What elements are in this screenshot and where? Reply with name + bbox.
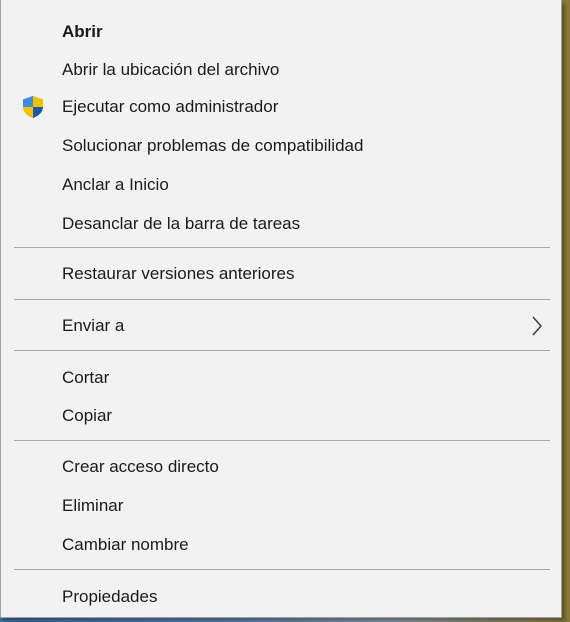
menu-item-label: Desanclar de la barra de tareas (62, 214, 301, 233)
menu-separator (14, 299, 550, 300)
menu-item-label: Cambiar nombre (62, 535, 189, 554)
menu-item-label: Abrir (62, 22, 103, 41)
menu-item-label: Restaurar versiones anteriores (62, 264, 295, 283)
uac-shield-icon (23, 96, 43, 118)
menu-item-label: Abrir la ubicación del archivo (62, 60, 280, 79)
menu-item-copiar[interactable]: Copiar (1, 398, 561, 434)
context-menu: Abrir Abrir la ubicación del archivo Eje… (0, 0, 562, 618)
menu-separator (14, 569, 550, 570)
menu-separator (14, 247, 550, 248)
menu-item-cambiar-nombre[interactable]: Cambiar nombre (1, 527, 561, 563)
menu-item-enviar-a[interactable]: Enviar a (1, 308, 561, 344)
menu-item-abrir[interactable]: Abrir (1, 14, 561, 50)
menu-item-eliminar[interactable]: Eliminar (1, 488, 561, 524)
menu-item-ejecutar-como-administrador[interactable]: Ejecutar como administrador (1, 89, 561, 125)
menu-item-label: Enviar a (62, 316, 125, 335)
menu-item-anclar-inicio[interactable]: Anclar a Inicio (1, 167, 561, 203)
menu-item-label: Propiedades (62, 587, 158, 606)
chevron-right-icon (532, 316, 542, 336)
menu-item-abrir-ubicacion[interactable]: Abrir la ubicación del archivo (1, 52, 561, 88)
menu-item-solucionar-compatibilidad[interactable]: Solucionar problemas de compatibilidad (1, 128, 561, 164)
menu-separator (14, 350, 550, 351)
menu-item-propiedades[interactable]: Propiedades (1, 579, 561, 615)
menu-item-label: Solucionar problemas de compatibilidad (62, 136, 364, 155)
menu-item-label: Anclar a Inicio (62, 175, 169, 194)
menu-separator (14, 440, 550, 441)
menu-item-desanclar-barra-tareas[interactable]: Desanclar de la barra de tareas (1, 206, 561, 242)
menu-item-crear-acceso-directo[interactable]: Crear acceso directo (1, 449, 561, 485)
menu-item-label: Cortar (62, 368, 110, 387)
menu-item-restaurar-versiones[interactable]: Restaurar versiones anteriores (1, 256, 561, 292)
menu-item-label: Crear acceso directo (62, 457, 219, 476)
menu-item-label: Copiar (62, 406, 113, 425)
menu-item-cortar[interactable]: Cortar (1, 360, 561, 396)
menu-item-label: Ejecutar como administrador (62, 97, 279, 116)
menu-item-label: Eliminar (62, 496, 124, 515)
